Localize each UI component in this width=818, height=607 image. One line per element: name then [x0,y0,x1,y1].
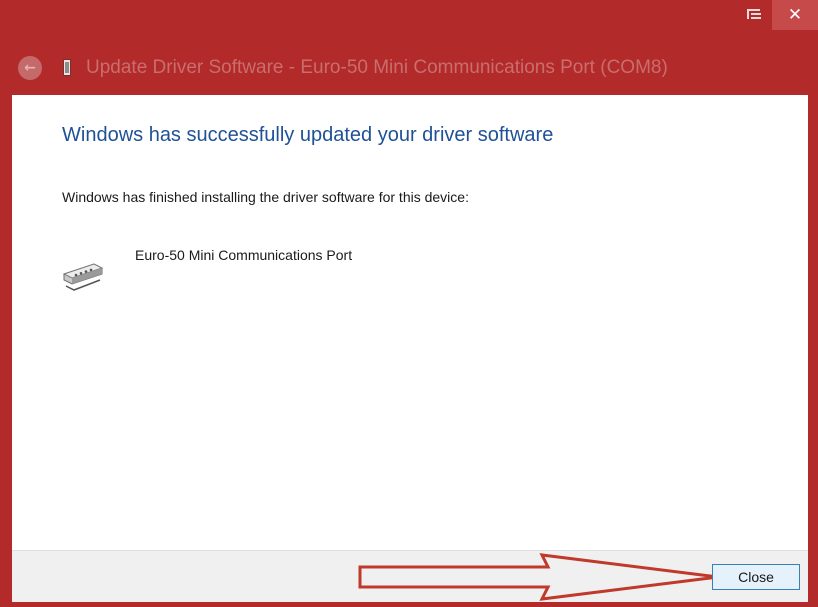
window-close-button[interactable]: ✕ [772,0,818,30]
restore-icon [747,9,761,19]
info-text: Windows has finished installing the driv… [62,189,469,205]
device-title-icon [63,59,71,76]
button-bar: Close [12,550,808,602]
annotation-arrow [358,553,719,601]
window-title: Update Driver Software - Euro-50 Mini Co… [86,57,668,78]
dialog-window: ✕ ← Update Driver Software - Euro-50 Min… [0,0,818,607]
back-button[interactable]: ← [18,56,42,80]
serial-port-icon [62,263,104,291]
success-headline: Windows has successfully updated your dr… [62,124,554,146]
title-bar: ✕ ← Update Driver Software - Euro-50 Min… [0,0,818,95]
restore-button[interactable] [736,0,772,30]
close-button[interactable]: Close [712,564,800,590]
content-area: Windows has successfully updated your dr… [12,95,808,550]
device-name: Euro-50 Mini Communications Port [135,247,353,263]
back-arrow-icon: ← [24,60,36,76]
caption-buttons: ✕ [736,0,818,30]
